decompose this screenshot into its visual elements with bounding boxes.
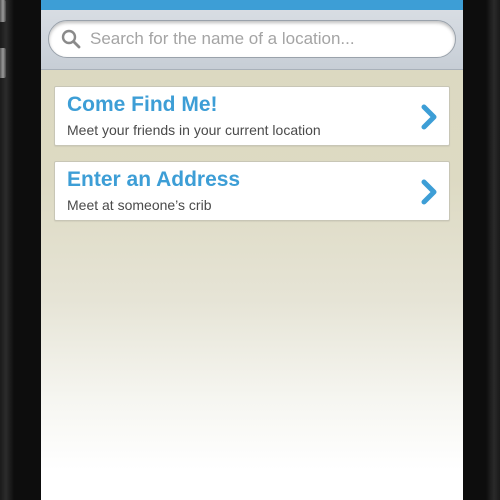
app-screen: Come Find Me! Meet your friends in your … [41, 0, 463, 500]
option-subtitle: Meet your friends in your current locati… [67, 122, 321, 138]
option-title: Come Find Me! [67, 93, 218, 116]
option-subtitle: Meet at someone’s crib [67, 197, 212, 213]
enter-address-button[interactable]: Enter an Address Meet at someone’s crib [54, 161, 450, 221]
search-bar-container [41, 10, 463, 70]
side-button [0, 0, 6, 22]
chevron-right-icon [419, 179, 439, 205]
top-navigation-bar [41, 0, 463, 10]
phone-frame: Come Find Me! Meet your friends in your … [0, 0, 500, 500]
option-title: Enter an Address [67, 168, 241, 191]
come-find-me-button[interactable]: Come Find Me! Meet your friends in your … [54, 86, 450, 146]
search-field[interactable] [48, 20, 456, 58]
search-input[interactable] [90, 24, 450, 54]
search-icon [61, 29, 81, 49]
volume-button [0, 48, 6, 78]
chevron-right-icon [419, 104, 439, 130]
